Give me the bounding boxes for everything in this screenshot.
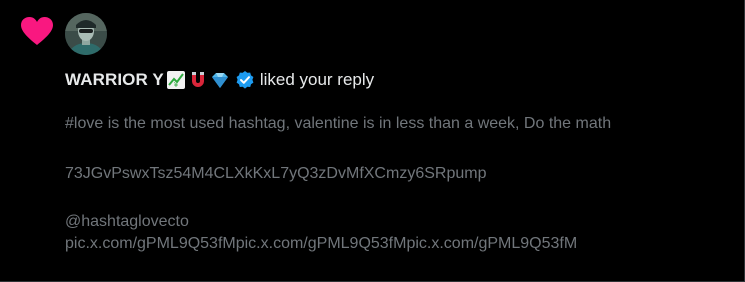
notification-header: WARRIOR Y ¥ liked your reply	[65, 66, 374, 94]
avatar[interactable]	[65, 13, 107, 55]
notification-action-text: liked your reply	[259, 70, 375, 89]
reply-line-mention: @hashtaglovecto	[65, 213, 189, 230]
chart-yen-emoji: ¥	[166, 70, 186, 90]
svg-text:¥: ¥	[174, 81, 179, 89]
reply-line-contract: 73JGvPswxTsz54M4CLXkKxL7yQ3zDvMfXCmzy6SR…	[65, 165, 487, 182]
heart-icon	[20, 16, 54, 46]
user-name-link[interactable]: WARRIOR Y	[65, 70, 164, 90]
gem-emoji	[210, 70, 230, 90]
verified-badge-icon[interactable]	[235, 70, 255, 90]
reply-line-hashtag: #love is the most used hashtag, valentin…	[65, 115, 612, 132]
magnet-emoji	[188, 70, 208, 90]
reply-line-pic-links: pic.x.com/gPML9Q53fMpic.x.com/gPML9Q53fM…	[65, 235, 578, 252]
reply-text[interactable]: #love is the most used hashtag, valentin…	[65, 113, 725, 255]
